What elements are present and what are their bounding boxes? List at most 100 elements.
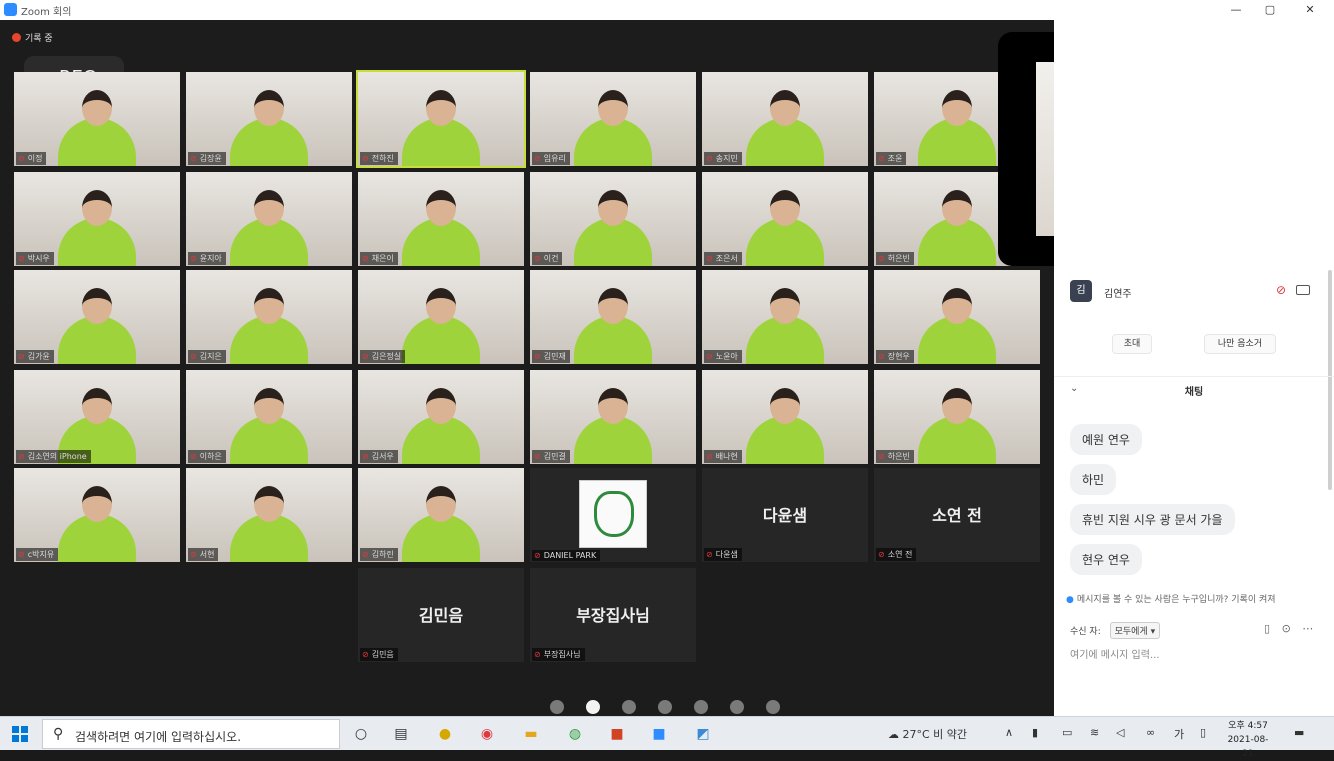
chrome-icon[interactable]: ◉ [476,723,498,745]
battery-icon[interactable]: ▭ [1062,726,1072,739]
weather-widget[interactable]: ☁ 27°C 비 약간 [888,726,967,742]
participant-tile[interactable]: ⊘ 전하진 [356,70,526,168]
participant-tile[interactable]: ⊘ 채은이 [358,172,524,266]
participant-tile[interactable]: ⊘ 김지은 [186,270,352,364]
page-dot[interactable] [766,700,780,714]
tray-chevron-icon[interactable]: ∧ [1005,726,1013,739]
participant-tile[interactable]: ⊘ 김은정실 [358,270,524,364]
participant-nametag: ⊘ 채은이 [360,252,398,265]
participant-name: 서현 [199,550,215,559]
participant-tile[interactable]: ⊘ 이정 [14,72,180,166]
settings-icon[interactable]: ⊙ [1282,622,1291,635]
participant-name: 김소연의 iPhone [27,452,87,461]
participant-tile[interactable]: ⊘ 송지민 [702,72,868,166]
participant-head [254,288,284,324]
participant-tile[interactable]: ⊘ 조은서 [702,172,868,266]
participant-head [770,388,800,424]
participant-tile[interactable]: ⊘ 장현우 [874,270,1040,364]
recipient-select[interactable]: 모두에게 ▾ [1109,622,1161,639]
participant-tile[interactable]: 부장집사님 ⊘ 부장집사님 [530,568,696,662]
mic-muted-icon: ⊘ [878,550,885,559]
page-dot[interactable] [550,700,564,714]
participant-tile[interactable]: ⊘ 배나현 [702,370,868,464]
ime-mode-icon[interactable]: ▯ [1200,726,1206,739]
participant-tile[interactable]: ⊘ c박지유 [14,468,180,562]
participant-tile[interactable]: ⊘ 서현 [186,468,352,562]
invite-button[interactable]: 초대 [1112,334,1152,354]
mic-muted-icon: ⊘ [362,452,369,461]
participant-name: 이정 [27,154,43,163]
zoom-taskbar-icon[interactable]: ■ [648,723,670,745]
participant-tile[interactable]: ⊘ 임유리 [530,72,696,166]
participant-tile[interactable]: ⊘ 윤지아 [186,172,352,266]
cloud-icon: ☁ [888,728,899,741]
participant-tile[interactable]: 김민음 ⊘ 김민음 [358,568,524,662]
participant-row[interactable]: 김 김연주 ⊘ [1070,280,1320,306]
mic-muted-icon: ⊘ [534,650,541,659]
participant-tile[interactable]: 다윤샘 ⊘ 다윤샘 [702,468,868,562]
participant-tile[interactable]: ⊘ 김가윤 [14,270,180,364]
participant-tile[interactable]: ⊘ 박시우 [14,172,180,266]
more-icon[interactable]: ⋯ [1302,622,1313,635]
participant-tile[interactable]: ⊘ 노윤아 [702,270,868,364]
participant-tile[interactable]: 소연 전 ⊘ 소연 전 [874,468,1040,562]
page-dot[interactable] [586,700,600,714]
kakaotalk-icon[interactable]: ● [434,723,456,745]
mic-muted-icon: ⊘ [534,254,541,263]
participant-name: 윤지아 [199,254,222,263]
cortana-icon[interactable]: ○ [350,723,372,745]
participant-tile[interactable]: ⊘ 김민결 [530,370,696,464]
windows-start-icon[interactable] [12,726,28,742]
participant-tile[interactable]: ⊘ 김하린 [358,468,524,562]
camera-icon[interactable] [1296,285,1310,295]
page-dot[interactable] [658,700,672,714]
page-dot[interactable] [694,700,708,714]
participant-head [598,190,628,226]
participant-nametag: ⊘ DANIEL PARK [532,550,601,561]
participant-head [942,288,972,324]
participant-name: 부장집사님 [543,650,581,659]
participant-tile[interactable]: ⊘ 이하은 [186,370,352,464]
microphone-icon[interactable]: ▮ [1032,726,1038,739]
mic-off-icon[interactable]: ⊘ [1276,283,1286,297]
participant-nametag: ⊘ 김장윤 [188,152,226,165]
mic-muted-icon: ⊘ [190,452,197,461]
participant-name: 김지은 [199,352,222,361]
participant-tile[interactable]: ⊘ 김소연의 iPhone [14,370,180,464]
network-icon[interactable]: ≋ [1090,726,1099,739]
browser-icon[interactable]: ◍ [564,723,586,745]
taskbar-clock[interactable]: 오후 4:57 2021-08-21 [1226,719,1270,761]
participant-tile[interactable]: ⊘ 하은빈 [874,370,1040,464]
mic-muted-icon: ⊘ [878,452,885,461]
file-explorer-icon[interactable]: ▬ [520,723,542,745]
chat-input[interactable]: 여기에 메시지 입력... [1070,646,1160,661]
participant-tile[interactable]: ⊘ DANIEL PARK [530,468,696,562]
mic-muted-icon: ⊘ [362,254,369,263]
file-icon[interactable]: ▯ [1264,622,1270,635]
participant-name: 장현우 [887,352,910,361]
volume-icon[interactable]: ◁ [1116,726,1124,739]
task-view-icon[interactable]: ▤ [390,723,412,745]
participant-tile[interactable]: ⊘ 김민재 [530,270,696,364]
participant-head [426,388,456,424]
mic-muted-icon: ⊘ [190,550,197,559]
participant-avatar: 김 [1070,280,1092,302]
taskbar-search[interactable]: ⚲ 검색하려면 여기에 입력하십시오. [42,719,340,749]
maximize-button[interactable]: ▢ [1250,1,1290,19]
close-button[interactable]: ✕ [1290,1,1330,19]
participant-tile[interactable]: ⊘ 이건 [530,172,696,266]
link-icon[interactable]: ∞ [1146,726,1155,739]
page-dot[interactable] [730,700,744,714]
app-icon[interactable]: ◩ [692,723,714,745]
notification-icon[interactable]: ▬ [1294,726,1304,739]
window-titlebar: Zoom 회의 — ▢ ✕ [0,0,1334,20]
mute-me-button[interactable]: 나만 음소거 [1204,334,1276,354]
chat-privacy-note[interactable]: ● 메시지를 볼 수 있는 사람은 누구입니까? 기록이 켜져 [1066,592,1330,605]
participant-head [426,486,456,522]
participant-tile[interactable]: ⊘ 김장윤 [186,72,352,166]
ime-language[interactable]: 가 [1174,726,1184,742]
page-dot[interactable] [622,700,636,714]
powerpoint-icon[interactable]: ■ [606,723,628,745]
participant-name: 허은빈 [887,254,910,263]
participant-tile[interactable]: ⊘ 김서우 [358,370,524,464]
